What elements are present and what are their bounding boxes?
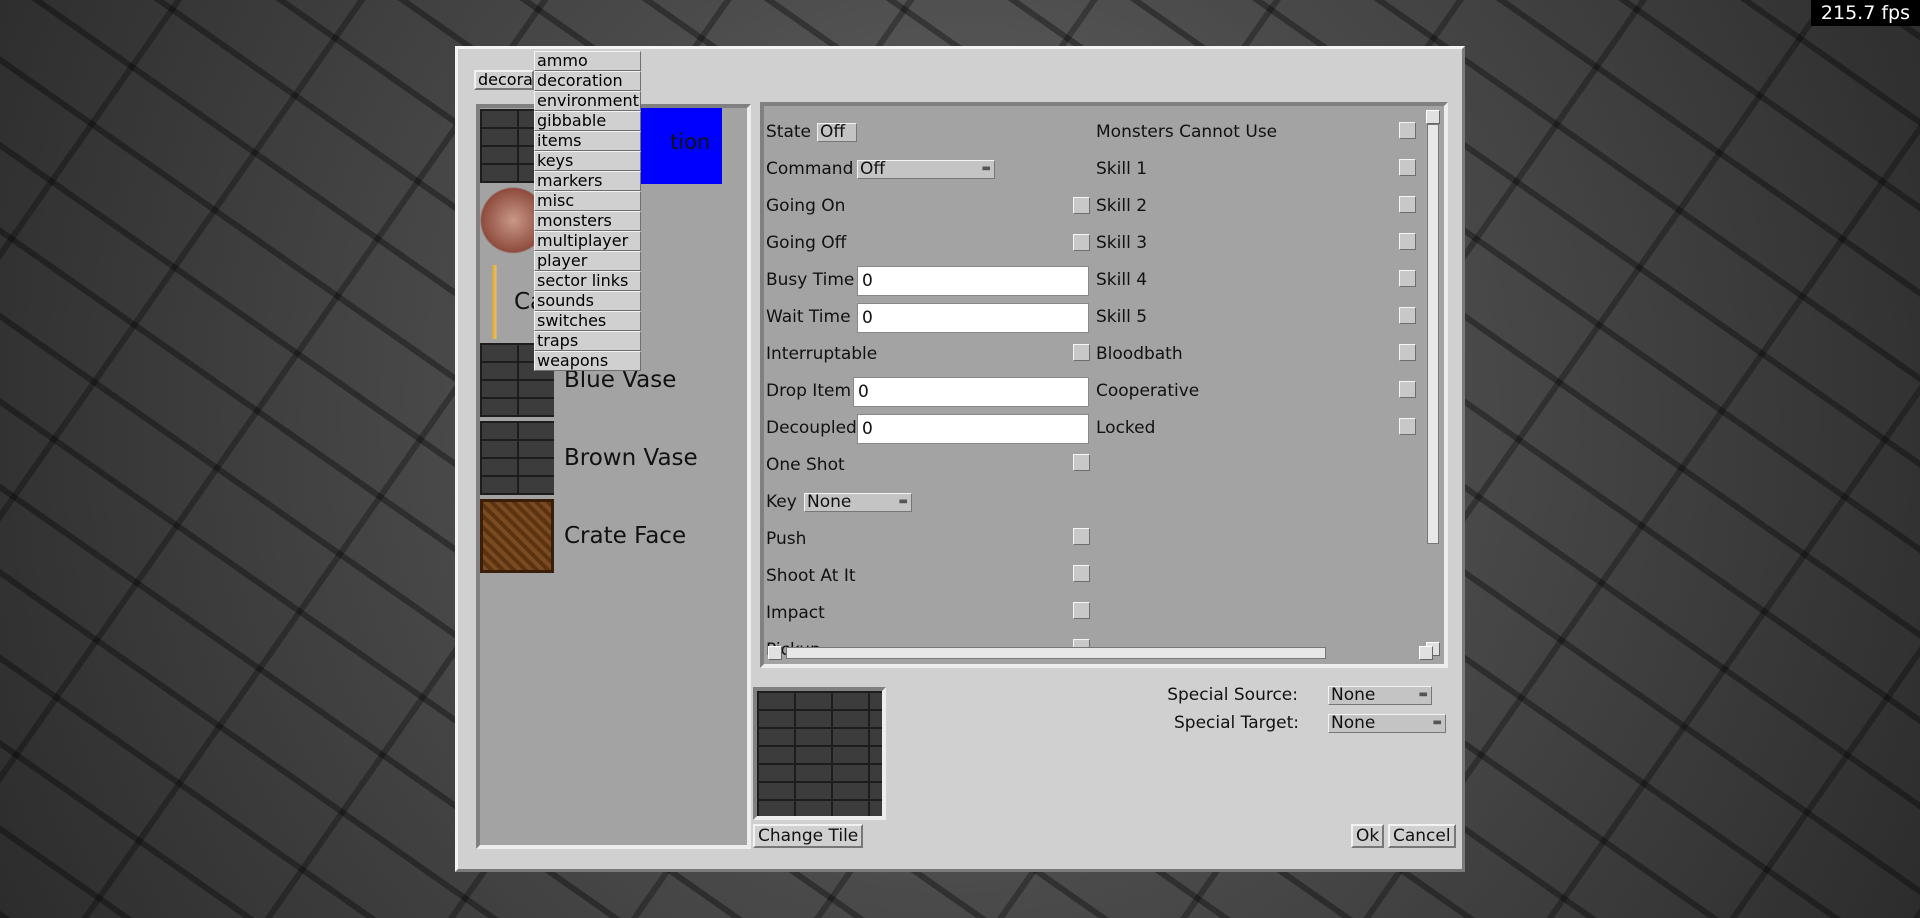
busy-time-input[interactable]: 0 <box>857 266 1089 296</box>
category-option[interactable]: monsters <box>534 211 641 231</box>
skill-1-label: Skill 1 <box>1096 159 1148 179</box>
special-source-label: Special Source: <box>1167 685 1298 705</box>
change-tile-button[interactable]: Change Tile <box>753 824 864 848</box>
chevron-down-icon: ▬ <box>981 163 991 174</box>
category-option[interactable]: decoration <box>534 71 641 91</box>
scroll-left-button[interactable] <box>768 646 782 660</box>
horizontal-scrollbar[interactable] <box>768 646 1433 660</box>
interruptable-checkbox[interactable] <box>1073 344 1090 361</box>
category-option[interactable]: weapons <box>534 351 641 371</box>
impact-checkbox[interactable] <box>1073 602 1090 619</box>
bloodbath-checkbox[interactable] <box>1399 344 1416 361</box>
category-option[interactable]: sounds <box>534 291 641 311</box>
ok-button[interactable]: Ok <box>1351 824 1385 848</box>
skill-5-checkbox[interactable] <box>1399 307 1416 324</box>
key-select[interactable]: None ▬ <box>804 493 912 512</box>
category-option[interactable]: keys <box>534 151 641 171</box>
category-option[interactable]: multiplayer <box>534 231 641 251</box>
impact-label: Impact <box>766 603 825 623</box>
going-off-checkbox[interactable] <box>1073 234 1090 251</box>
locked-checkbox[interactable] <box>1399 418 1416 435</box>
tile-label: Crate Face <box>564 523 687 549</box>
tile-label: Brown Vase <box>564 445 698 471</box>
skill-2-checkbox[interactable] <box>1399 196 1416 213</box>
category-option[interactable]: sector links <box>534 271 641 291</box>
tile-thumbnail <box>480 499 554 573</box>
properties-panel: State Off Command Off ▬ Going On Going Of… <box>760 102 1448 668</box>
tile-label: tion <box>670 130 711 154</box>
going-off-label: Going Off <box>766 233 847 253</box>
fps-counter: 215.7 fps <box>1810 0 1920 26</box>
drop-item-label: Drop Item <box>766 381 851 401</box>
category-option[interactable]: items <box>534 131 641 151</box>
cancel-button[interactable]: Cancel <box>1388 824 1456 848</box>
category-select[interactable]: decoration <box>474 70 534 90</box>
skill-3-checkbox[interactable] <box>1399 233 1416 250</box>
skill-1-checkbox[interactable] <box>1399 159 1416 176</box>
special-target-label: Special Target: <box>1174 713 1299 733</box>
push-checkbox[interactable] <box>1073 528 1090 545</box>
monsters-cannot-use-label: Monsters Cannot Use <box>1096 122 1278 142</box>
tile-item[interactable]: Crate Face <box>480 498 740 574</box>
one-shot-checkbox[interactable] <box>1073 454 1090 471</box>
special-target-select[interactable]: None ▬ <box>1328 714 1446 733</box>
special-target-value: None <box>1331 714 1376 733</box>
key-label: Key <box>766 492 797 512</box>
push-label: Push <box>766 529 807 549</box>
command-select[interactable]: Off ▬ <box>857 160 995 179</box>
one-shot-label: One Shot <box>766 455 845 475</box>
skill-5-label: Skill 5 <box>1096 307 1148 327</box>
category-option[interactable]: gibbable <box>534 111 641 131</box>
shoot-at-it-checkbox[interactable] <box>1073 565 1090 582</box>
category-option[interactable]: ammo <box>534 51 641 71</box>
decoupled-input[interactable]: 0 <box>857 414 1089 444</box>
shoot-at-it-label: Shoot At It <box>766 566 856 586</box>
skill-4-checkbox[interactable] <box>1399 270 1416 287</box>
vertical-scroll-thumb[interactable] <box>1427 124 1439 544</box>
scroll-up-button[interactable] <box>1426 110 1440 124</box>
key-value: None <box>807 493 852 512</box>
bloodbath-label: Bloodbath <box>1096 344 1183 364</box>
decoupled-label: Decoupled <box>766 418 857 438</box>
going-on-label: Going On <box>766 196 846 216</box>
special-source-select[interactable]: None ▬ <box>1328 686 1432 705</box>
tile-preview <box>753 687 886 820</box>
state-value: Off <box>820 123 846 142</box>
skill-2-label: Skill 2 <box>1096 196 1148 216</box>
interruptable-label: Interruptable <box>766 344 878 364</box>
state-label: State <box>766 122 811 142</box>
category-option[interactable]: markers <box>534 171 641 191</box>
special-source-value: None <box>1331 686 1376 705</box>
drop-item-input[interactable]: 0 <box>853 377 1089 407</box>
vertical-scrollbar[interactable] <box>1426 110 1440 656</box>
monsters-cannot-use-checkbox[interactable] <box>1399 122 1416 139</box>
category-option[interactable]: traps <box>534 331 641 351</box>
category-option[interactable]: misc <box>534 191 641 211</box>
locked-label: Locked <box>1096 418 1156 438</box>
category-option[interactable]: player <box>534 251 641 271</box>
chevron-down-icon: ▬ <box>898 496 908 507</box>
busy-time-label: Busy Time <box>766 270 855 290</box>
category-dropdown-list: ammo decoration environment gibbable ite… <box>534 51 641 371</box>
tile-thumbnail <box>480 265 510 339</box>
entity-properties-dialog: decoration ammo decoration environment g… <box>455 46 1465 872</box>
wait-time-input[interactable]: 0 <box>857 303 1089 333</box>
cooperative-checkbox[interactable] <box>1399 381 1416 398</box>
command-label: Command <box>766 159 854 179</box>
going-on-checkbox[interactable] <box>1073 197 1090 214</box>
command-value: Off <box>860 160 886 179</box>
category-option[interactable]: environment <box>534 91 641 111</box>
wait-time-label: Wait Time <box>766 307 851 327</box>
cooperative-label: Cooperative <box>1096 381 1200 401</box>
chevron-down-icon: ▬ <box>1418 689 1428 700</box>
horizontal-scroll-thumb[interactable] <box>786 647 1326 659</box>
scroll-right-button[interactable] <box>1419 646 1433 660</box>
category-option[interactable]: switches <box>534 311 641 331</box>
skill-4-label: Skill 4 <box>1096 270 1148 290</box>
state-select[interactable]: Off <box>817 123 857 142</box>
skill-3-label: Skill 3 <box>1096 233 1148 253</box>
tile-item[interactable]: Brown Vase <box>480 420 740 496</box>
tile-thumbnail <box>480 421 554 495</box>
chevron-down-icon: ▬ <box>1432 717 1442 728</box>
